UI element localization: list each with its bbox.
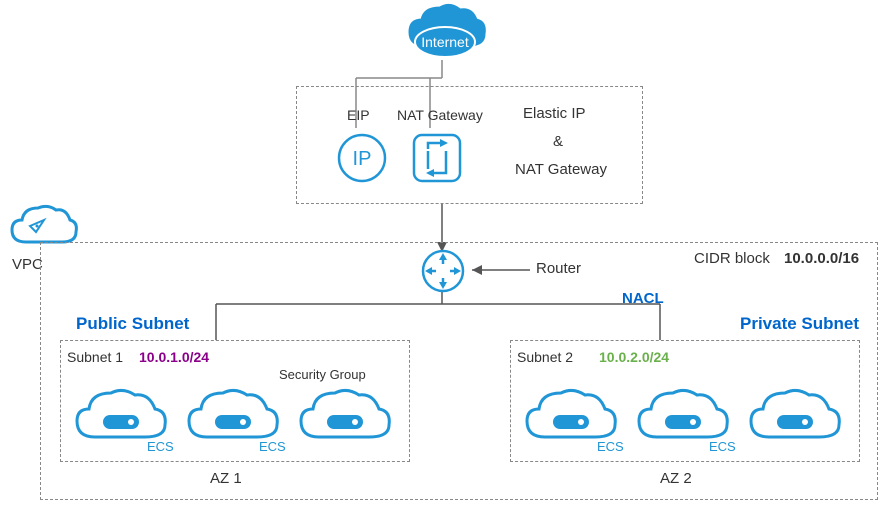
nat-gateway-top-label: NAT Gateway	[397, 107, 483, 123]
svg-text:ECS: ECS	[259, 439, 286, 454]
elastic-ip-text: Elastic IP	[523, 105, 586, 122]
svg-text:ECS: ECS	[147, 439, 174, 454]
router-icon	[420, 248, 466, 299]
az1-label: AZ 1	[210, 470, 242, 487]
svg-text:ECS: ECS	[709, 439, 736, 454]
cidr-block-label: CIDR block	[694, 250, 770, 267]
ecs-cloud-4: ECS	[519, 385, 624, 462]
router-label: Router	[536, 260, 581, 277]
internet-label: Internet	[421, 34, 469, 50]
gateway-box: EIP NAT Gateway IP Elastic IP & NAT Gate…	[296, 86, 643, 204]
nacl-label: NACL	[622, 290, 664, 307]
security-group-label: Security Group	[279, 367, 366, 382]
svg-text:ECS: ECS	[597, 439, 624, 454]
vpc-label: VPC	[12, 256, 43, 273]
cidr-block-value: 10.0.0.0/16	[784, 250, 859, 267]
svg-text:IP: IP	[353, 148, 372, 170]
nat-gateway-side-text: NAT Gateway	[515, 161, 607, 178]
ecs-cloud-2: ECS	[181, 385, 286, 462]
subnet2-cidr: 10.0.2.0/24	[599, 349, 669, 365]
ampersand-text: &	[553, 133, 563, 150]
eip-icon: IP	[335, 131, 390, 191]
subnet1-cidr: 10.0.1.0/24	[139, 349, 209, 365]
ecs-cloud-5: ECS	[631, 385, 736, 462]
subnet1-label: Subnet 1	[67, 349, 123, 365]
ecs-cloud-6	[743, 385, 848, 462]
private-subnet-title: Private Subnet	[740, 314, 859, 334]
public-subnet-title: Public Subnet	[76, 314, 189, 334]
private-subnet-box: Subnet 2 10.0.2.0/24 ECS ECS	[510, 340, 860, 462]
internet-cloud-icon: Internet	[400, 0, 490, 71]
subnet2-label: Subnet 2	[517, 349, 573, 365]
eip-label: EIP	[347, 107, 370, 123]
nat-gateway-icon	[410, 131, 465, 191]
ecs-cloud-3	[293, 385, 398, 462]
az2-label: AZ 2	[660, 470, 692, 487]
ecs-cloud-1: ECS	[69, 385, 174, 462]
public-subnet-box: Subnet 1 10.0.1.0/24 Security Group ECS …	[60, 340, 410, 462]
